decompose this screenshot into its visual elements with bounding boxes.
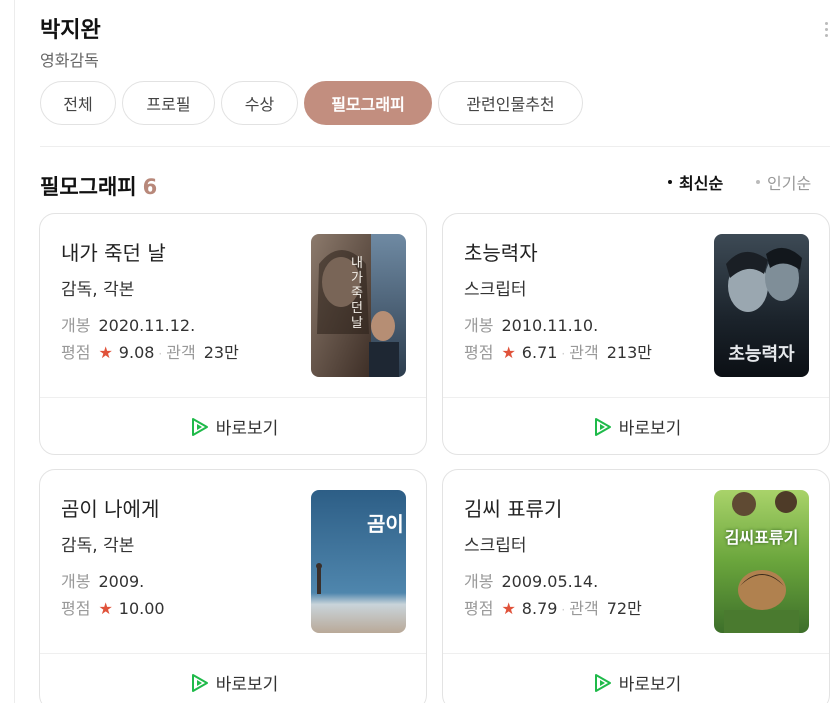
audience-label: 관객 [569, 343, 599, 362]
separator-dot: · [158, 347, 163, 361]
movie-role: 스크립터 [464, 280, 527, 300]
release-date: 2009. [98, 572, 145, 591]
tab-all[interactable]: 전체 [40, 81, 116, 125]
section-title-text: 필모그래피 [40, 175, 137, 199]
rating-line: 평점 ★ 6.71 · 관객 213만 [464, 339, 652, 363]
play-icon [191, 417, 208, 436]
release-line: 개봉 2020.11.12. [61, 312, 195, 336]
watch-button[interactable]: 바로보기 [443, 397, 829, 454]
star-icon: ★ [98, 599, 113, 618]
movie-role: 감독, 각본 [61, 280, 135, 300]
movie-poster[interactable]: 김씨표류기 [714, 490, 809, 633]
rating-value: 9.08 [118, 343, 155, 362]
sort-latest-label: 최신순 [679, 174, 724, 193]
tab-related-people[interactable]: 관련인물추천 [438, 81, 583, 125]
movie-poster[interactable]: 곰이 [311, 490, 406, 633]
movie-role: 감독, 각본 [61, 536, 135, 556]
movie-card[interactable]: 곰이 나에게 감독, 각본 개봉 2009. 평점 ★ 10.00 곰이 바로보기 [39, 469, 427, 703]
watch-button[interactable]: 바로보기 [40, 397, 426, 454]
rating-line: 평점 ★ 10.00 [61, 595, 165, 619]
movie-title[interactable]: 초능력자 [464, 237, 538, 266]
rating-value: 8.79 [521, 599, 558, 618]
release-line: 개봉 2009. [61, 568, 144, 592]
audience-value: 23만 [203, 343, 239, 362]
rating-value: 10.00 [118, 599, 165, 618]
watch-label: 바로보기 [618, 419, 682, 439]
star-icon: ★ [501, 343, 516, 362]
rating-label: 평점 [464, 599, 494, 618]
dot-icon [756, 180, 760, 184]
audience-value: 72만 [606, 599, 642, 618]
divider [40, 146, 830, 147]
sort-latest[interactable]: 최신순 [668, 170, 723, 194]
tab-filmography[interactable]: 필모그래피 [304, 81, 432, 125]
watch-button[interactable]: 바로보기 [40, 653, 426, 703]
movie-title[interactable]: 내가 죽던 날 [61, 237, 166, 266]
movie-title[interactable]: 곰이 나에게 [61, 493, 159, 522]
play-icon [191, 673, 208, 692]
release-label: 개봉 [61, 316, 91, 335]
watch-label: 바로보기 [618, 675, 682, 695]
audience-label: 관객 [166, 343, 196, 362]
poster-title-text: 내가 죽던 날 [351, 256, 363, 331]
tab-profile[interactable]: 프로필 [122, 81, 215, 125]
release-date: 2009.05.14. [501, 572, 599, 591]
movie-title[interactable]: 김씨 표류기 [464, 493, 562, 522]
movie-role: 스크립터 [464, 536, 527, 556]
watch-label: 바로보기 [215, 675, 279, 695]
separator-dot: · [561, 603, 566, 617]
rating-label: 평점 [61, 599, 91, 618]
release-date: 2010.11.10. [501, 316, 599, 335]
play-icon [594, 673, 611, 692]
selected-dot-icon [668, 180, 672, 184]
star-icon: ★ [98, 343, 113, 362]
rating-value: 6.71 [521, 343, 558, 362]
more-options-icon[interactable] [822, 22, 830, 46]
poster-title-text: 김씨표류기 [724, 528, 799, 547]
movie-card[interactable]: 초능력자 스크립터 개봉 2010.11.10. 평점 ★ 6.71 · 관객 213만 초… [442, 213, 830, 455]
rating-line: 평점 ★ 8.79 · 관객 72만 [464, 595, 642, 619]
play-icon [594, 417, 611, 436]
release-date: 2020.11.12. [98, 316, 196, 335]
poster-title-text: 곰이 [367, 512, 404, 536]
release-label: 개봉 [464, 572, 494, 591]
poster-title-text: 초능력자 [728, 344, 795, 365]
section-title: 필모그래피 6 [40, 171, 157, 201]
separator-dot: · [561, 347, 566, 361]
section-count: 6 [142, 175, 158, 199]
movie-card[interactable]: 김씨 표류기 스크립터 개봉 2009.05.14. 평점 ★ 8.79 · 관객 72만 … [442, 469, 830, 703]
audience-value: 213만 [606, 343, 652, 362]
watch-button[interactable]: 바로보기 [443, 653, 829, 703]
person-role: 영화감독 [40, 51, 99, 70]
rating-line: 평점 ★ 9.08 · 관객 23만 [61, 339, 239, 363]
rating-label: 평점 [464, 343, 494, 362]
star-icon: ★ [501, 599, 516, 618]
sort-popular[interactable]: 인기순 [756, 170, 811, 194]
release-line: 개봉 2009.05.14. [464, 568, 598, 592]
sort-popular-label: 인기순 [767, 174, 812, 193]
movie-poster[interactable]: 내가 죽던 날 [311, 234, 406, 377]
tab-awards[interactable]: 수상 [221, 81, 298, 125]
movie-card[interactable]: 내가 죽던 날 감독, 각본 개봉 2020.11.12. 평점 ★ 9.08 · 관객 2… [39, 213, 427, 455]
watch-label: 바로보기 [215, 419, 279, 439]
rating-label: 평점 [61, 343, 91, 362]
movie-poster[interactable]: 초능력자 [714, 234, 809, 377]
release-line: 개봉 2010.11.10. [464, 312, 598, 336]
release-label: 개봉 [464, 316, 494, 335]
audience-label: 관객 [569, 599, 599, 618]
person-name: 박지완 [40, 18, 101, 43]
release-label: 개봉 [61, 572, 91, 591]
